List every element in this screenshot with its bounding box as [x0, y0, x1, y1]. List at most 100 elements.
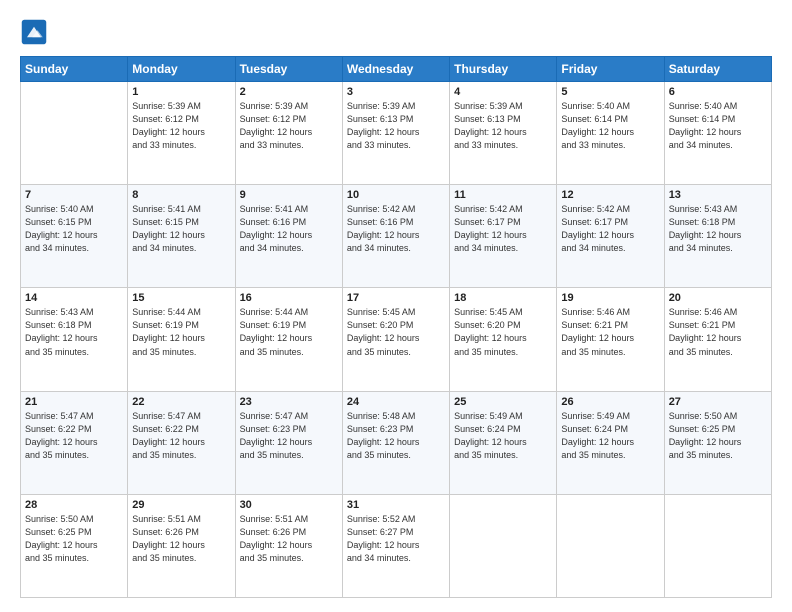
day-number: 12 [561, 189, 659, 201]
calendar-week-5: 28 Sunrise: 5:50 AMSunset: 6:25 PMDayligh… [21, 494, 772, 597]
day-info: Sunrise: 5:51 AMSunset: 6:26 PMDaylight:… [132, 513, 230, 565]
day-info: Sunrise: 5:41 AMSunset: 6:15 PMDaylight:… [132, 203, 230, 255]
calendar-cell: 17 Sunrise: 5:45 AMSunset: 6:20 PMDayligh… [342, 288, 449, 391]
calendar-cell: 25Sunrise: 5:49 AMSunset: 6:24 PMDayligh… [450, 391, 557, 494]
day-number: 15 [132, 292, 230, 304]
day-header-saturday: Saturday [664, 57, 771, 82]
calendar-cell: 13 Sunrise: 5:43 AMSunset: 6:18 PMDayligh… [664, 185, 771, 288]
day-info: Sunrise: 5:47 AMSunset: 6:22 PMDaylight:… [132, 410, 230, 462]
day-number: 3 [347, 86, 445, 98]
day-info: Sunrise: 5:43 AMSunset: 6:18 PMDaylight:… [25, 306, 123, 358]
day-number: 17 [347, 292, 445, 304]
day-info: Sunrise: 5:50 AMSunset: 6:25 PMDaylight:… [25, 513, 123, 565]
calendar-table: SundayMondayTuesdayWednesdayThursdayFrid… [20, 56, 772, 598]
calendar-cell: 3 Sunrise: 5:39 AMSunset: 6:13 PMDaylight… [342, 82, 449, 185]
day-info: Sunrise: 5:42 AMSunset: 6:17 PMDaylight:… [561, 203, 659, 255]
day-info: Sunrise: 5:47 AMSunset: 6:22 PMDaylight:… [25, 410, 123, 462]
calendar-cell: 24 Sunrise: 5:48 AMSunset: 6:23 PMDayligh… [342, 391, 449, 494]
day-number: 20 [669, 292, 767, 304]
calendar-cell: 11Sunrise: 5:42 AMSunset: 6:17 PMDayligh… [450, 185, 557, 288]
day-number: 10 [347, 189, 445, 201]
logo [20, 18, 52, 46]
calendar-cell: 12 Sunrise: 5:42 AMSunset: 6:17 PMDayligh… [557, 185, 664, 288]
day-info: Sunrise: 5:39 AMSunset: 6:13 PMDaylight:… [347, 100, 445, 152]
day-info: Sunrise: 5:42 AMSunset: 6:16 PMDaylight:… [347, 203, 445, 255]
day-info: Sunrise: 5:41 AMSunset: 6:16 PMDaylight:… [240, 203, 338, 255]
day-number: 4 [454, 86, 552, 98]
day-number: 28 [25, 499, 123, 511]
calendar-cell [21, 82, 128, 185]
calendar-week-3: 14Sunrise: 5:43 AMSunset: 6:18 PMDayligh… [21, 288, 772, 391]
calendar-week-4: 21 Sunrise: 5:47 AMSunset: 6:22 PMDayligh… [21, 391, 772, 494]
calendar-cell: 1 Sunrise: 5:39 AMSunset: 6:12 PMDaylight… [128, 82, 235, 185]
day-number: 22 [132, 396, 230, 408]
calendar-cell: 31 Sunrise: 5:52 AMSunset: 6:27 PMDayligh… [342, 494, 449, 597]
day-info: Sunrise: 5:52 AMSunset: 6:27 PMDaylight:… [347, 513, 445, 565]
day-info: Sunrise: 5:44 AMSunset: 6:19 PMDaylight:… [132, 306, 230, 358]
day-header-thursday: Thursday [450, 57, 557, 82]
day-number: 8 [132, 189, 230, 201]
calendar-cell: 8 Sunrise: 5:41 AMSunset: 6:15 PMDaylight… [128, 185, 235, 288]
day-number: 9 [240, 189, 338, 201]
day-header-wednesday: Wednesday [342, 57, 449, 82]
day-number: 21 [25, 396, 123, 408]
day-info: Sunrise: 5:46 AMSunset: 6:21 PMDaylight:… [669, 306, 767, 358]
day-number: 18 [454, 292, 552, 304]
header [20, 18, 772, 46]
calendar-cell: 28 Sunrise: 5:50 AMSunset: 6:25 PMDayligh… [21, 494, 128, 597]
calendar-week-2: 7 Sunrise: 5:40 AMSunset: 6:15 PMDaylight… [21, 185, 772, 288]
day-number: 24 [347, 396, 445, 408]
day-info: Sunrise: 5:44 AMSunset: 6:19 PMDaylight:… [240, 306, 338, 358]
calendar-week-1: 1 Sunrise: 5:39 AMSunset: 6:12 PMDaylight… [21, 82, 772, 185]
day-number: 19 [561, 292, 659, 304]
calendar-cell: 7 Sunrise: 5:40 AMSunset: 6:15 PMDaylight… [21, 185, 128, 288]
calendar-header-row: SundayMondayTuesdayWednesdayThursdayFrid… [21, 57, 772, 82]
calendar-cell [664, 494, 771, 597]
day-info: Sunrise: 5:45 AMSunset: 6:20 PMDaylight:… [454, 306, 552, 358]
day-number: 1 [132, 86, 230, 98]
day-number: 6 [669, 86, 767, 98]
calendar-cell: 4Sunrise: 5:39 AMSunset: 6:13 PMDaylight… [450, 82, 557, 185]
day-info: Sunrise: 5:40 AMSunset: 6:14 PMDaylight:… [669, 100, 767, 152]
day-number: 27 [669, 396, 767, 408]
day-number: 16 [240, 292, 338, 304]
day-header-sunday: Sunday [21, 57, 128, 82]
calendar-cell: 29 Sunrise: 5:51 AMSunset: 6:26 PMDayligh… [128, 494, 235, 597]
day-info: Sunrise: 5:43 AMSunset: 6:18 PMDaylight:… [669, 203, 767, 255]
calendar-cell: 10 Sunrise: 5:42 AMSunset: 6:16 PMDayligh… [342, 185, 449, 288]
calendar-cell: 22 Sunrise: 5:47 AMSunset: 6:22 PMDayligh… [128, 391, 235, 494]
calendar-cell: 23Sunrise: 5:47 AMSunset: 6:23 PMDayligh… [235, 391, 342, 494]
day-info: Sunrise: 5:45 AMSunset: 6:20 PMDaylight:… [347, 306, 445, 358]
day-number: 31 [347, 499, 445, 511]
day-info: Sunrise: 5:48 AMSunset: 6:23 PMDaylight:… [347, 410, 445, 462]
day-info: Sunrise: 5:49 AMSunset: 6:24 PMDaylight:… [454, 410, 552, 462]
calendar-cell: 16 Sunrise: 5:44 AMSunset: 6:19 PMDayligh… [235, 288, 342, 391]
day-number: 30 [240, 499, 338, 511]
day-number: 5 [561, 86, 659, 98]
logo-icon [20, 18, 48, 46]
day-info: Sunrise: 5:46 AMSunset: 6:21 PMDaylight:… [561, 306, 659, 358]
calendar-cell: 18 Sunrise: 5:45 AMSunset: 6:20 PMDayligh… [450, 288, 557, 391]
day-info: Sunrise: 5:39 AMSunset: 6:12 PMDaylight:… [132, 100, 230, 152]
day-info: Sunrise: 5:42 AMSunset: 6:17 PMDaylight:… [454, 203, 552, 255]
calendar-cell: 19 Sunrise: 5:46 AMSunset: 6:21 PMDayligh… [557, 288, 664, 391]
calendar-cell: 27 Sunrise: 5:50 AMSunset: 6:25 PMDayligh… [664, 391, 771, 494]
day-info: Sunrise: 5:40 AMSunset: 6:15 PMDaylight:… [25, 203, 123, 255]
calendar-cell: 15 Sunrise: 5:44 AMSunset: 6:19 PMDayligh… [128, 288, 235, 391]
calendar-cell: 21 Sunrise: 5:47 AMSunset: 6:22 PMDayligh… [21, 391, 128, 494]
day-info: Sunrise: 5:49 AMSunset: 6:24 PMDaylight:… [561, 410, 659, 462]
day-number: 29 [132, 499, 230, 511]
day-number: 7 [25, 189, 123, 201]
calendar-cell: 26Sunrise: 5:49 AMSunset: 6:24 PMDayligh… [557, 391, 664, 494]
calendar-cell [557, 494, 664, 597]
day-number: 2 [240, 86, 338, 98]
day-header-friday: Friday [557, 57, 664, 82]
day-header-tuesday: Tuesday [235, 57, 342, 82]
calendar-cell: 14Sunrise: 5:43 AMSunset: 6:18 PMDayligh… [21, 288, 128, 391]
calendar-cell: 30Sunrise: 5:51 AMSunset: 6:26 PMDayligh… [235, 494, 342, 597]
day-info: Sunrise: 5:50 AMSunset: 6:25 PMDaylight:… [669, 410, 767, 462]
day-header-monday: Monday [128, 57, 235, 82]
calendar-cell: 2Sunrise: 5:39 AMSunset: 6:12 PMDaylight… [235, 82, 342, 185]
day-info: Sunrise: 5:47 AMSunset: 6:23 PMDaylight:… [240, 410, 338, 462]
day-number: 13 [669, 189, 767, 201]
